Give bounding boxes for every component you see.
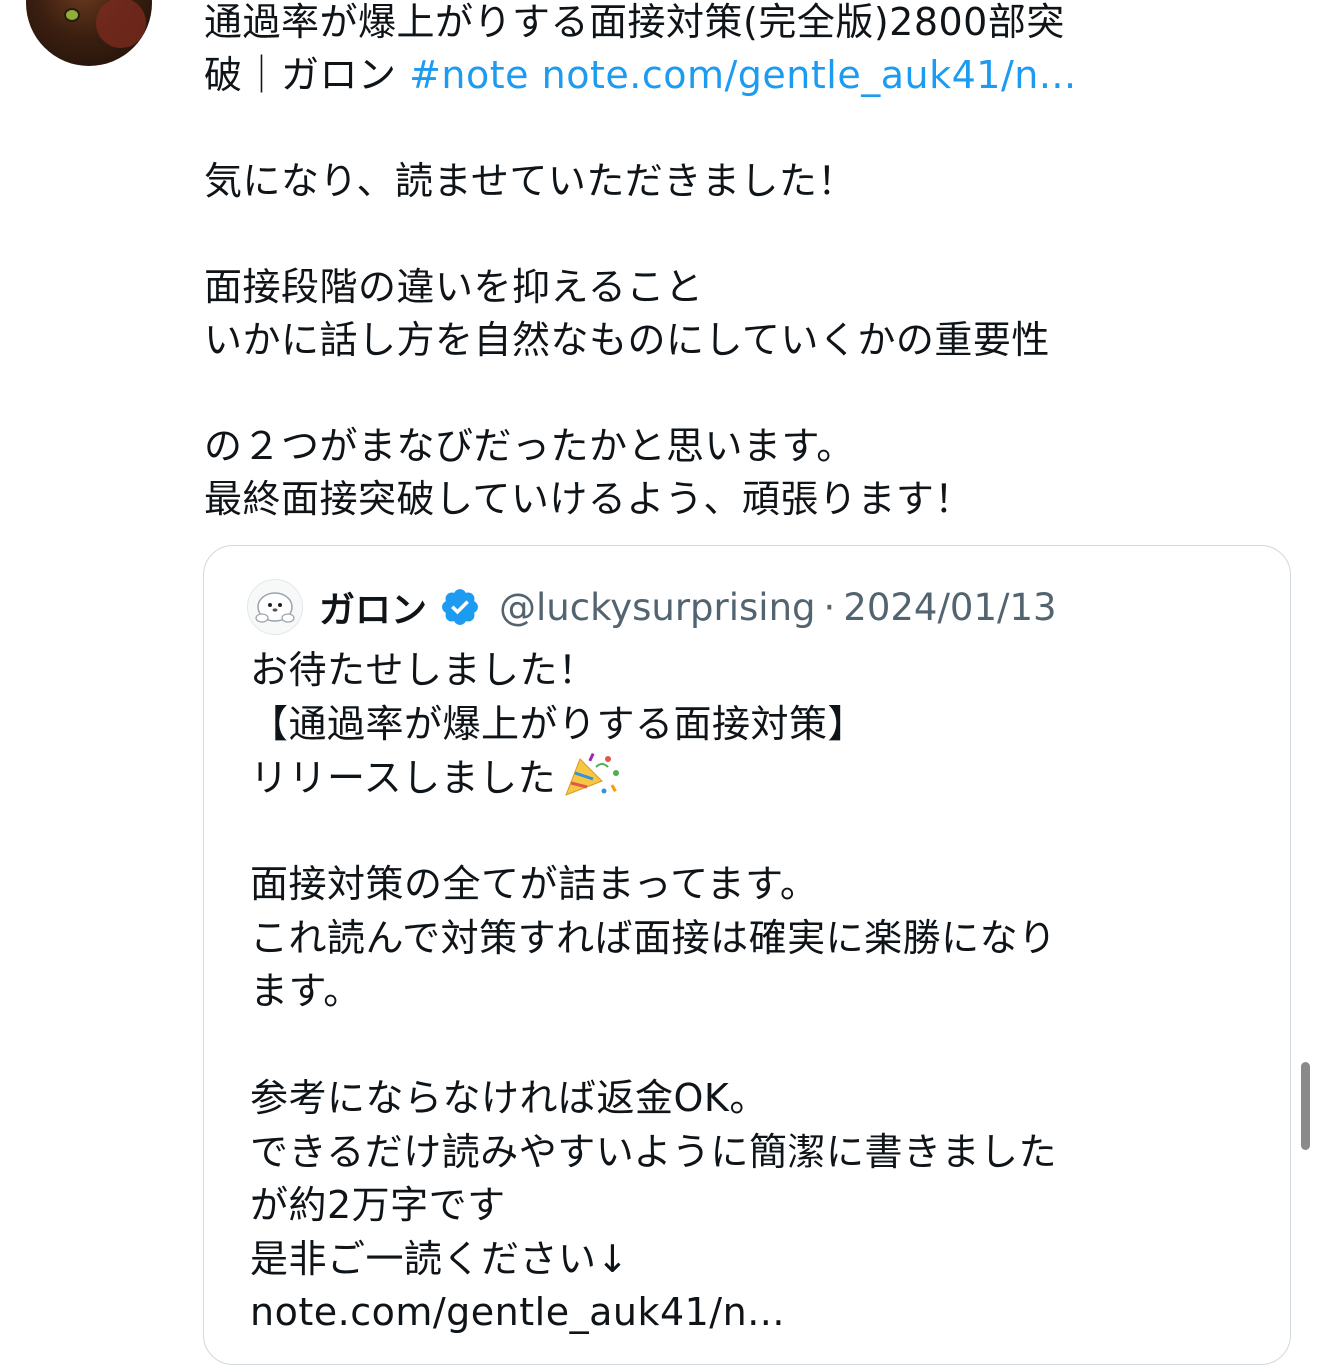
verified-badge-icon bbox=[442, 589, 478, 625]
tweet-paragraph-1: 気になり、読ませていただきました！ bbox=[204, 159, 856, 203]
tweet-paragraph-3-line-1: の２つがまなびだったかと思います。 bbox=[204, 424, 855, 468]
quoted-author-name[interactable]: ガロン bbox=[319, 581, 427, 633]
quote-block3-line-1: 参考にならなければ返金OK。 bbox=[250, 1076, 768, 1120]
quote-block2-line-1: 面接対策の全てが詰まってます。 bbox=[250, 862, 819, 906]
tweet-paragraph-2-line-1: 面接段階の違いを抑えること bbox=[204, 265, 704, 309]
quote-spacer bbox=[250, 805, 1270, 859]
header-separator: · bbox=[823, 585, 836, 629]
tweet-line-1: 通過率が爆上がりする面接対策(完全版)2800部突 bbox=[204, 0, 1065, 44]
quote-release-text: リリースしました bbox=[250, 756, 557, 800]
quote-line-1: お待たせしました！ bbox=[250, 648, 597, 692]
quote-note-link[interactable]: note.com/gentle_auk41/n... bbox=[250, 1286, 1270, 1340]
party-popper-icon bbox=[565, 752, 620, 796]
tweet-paragraph-3-line-2: 最終面接突破していけるよう、頑張ります！ bbox=[204, 477, 973, 521]
quote-spacer bbox=[250, 1019, 1270, 1073]
tweet-spacer bbox=[204, 208, 1294, 261]
avatar-image-detail bbox=[96, 0, 146, 48]
tweet-line-2: 破｜ガロン #note note.com/gentle_auk41/n... bbox=[204, 49, 1294, 102]
author-avatar[interactable] bbox=[26, 0, 152, 66]
quote-block3-line-3: が約2万字です bbox=[250, 1183, 506, 1227]
quoted-author-avatar[interactable] bbox=[247, 579, 303, 635]
quote-block3-line-4: 是非ご一読ください↓ bbox=[250, 1236, 629, 1281]
note-link[interactable]: note.com/gentle_auk41/n... bbox=[542, 53, 1077, 97]
scrollbar-thumb[interactable] bbox=[1301, 1062, 1310, 1150]
tweet-paragraph-2-line-2: いかに話し方を自然なものにしていくかの重要性 bbox=[204, 318, 1050, 362]
quote-block3-line-2: できるだけ読みやすいように簡潔に書きました bbox=[250, 1129, 1057, 1174]
tweet-text: 通過率が爆上がりする面接対策(完全版)2800部突 破｜ガロン #note no… bbox=[204, 0, 1294, 526]
quoted-author-handle[interactable]: @luckysurprising bbox=[499, 586, 816, 629]
hashtag-link[interactable]: #note bbox=[409, 53, 529, 97]
seal-mascot-icon bbox=[255, 592, 295, 623]
quote-block2-line-2: これ読んで対策すれば面接は確実に楽勝になり bbox=[250, 915, 1057, 960]
tweet-spacer bbox=[204, 102, 1294, 155]
quoted-tweet-body: お待たせしました！ 【通過率が爆上がりする面接対策】 リリースしました 面接対策… bbox=[250, 644, 1270, 1340]
quote-line-3: リリースしました bbox=[250, 751, 1270, 805]
quoted-tweet-date[interactable]: 2024/01/13 bbox=[843, 586, 1056, 629]
tweet-spacer bbox=[204, 367, 1294, 420]
avatar-image-eye bbox=[66, 10, 78, 20]
quote-block2-line-3: ます。 bbox=[250, 969, 362, 1013]
tweet-title-end: 破｜ガロン bbox=[204, 53, 410, 97]
quote-line-2: 【通過率が爆上がりする面接対策】 bbox=[250, 701, 867, 746]
quoted-tweet-card[interactable]: ガロン @luckysurprising · 2024/01/13 お待たせしま… bbox=[203, 545, 1291, 1365]
quoted-tweet-header: ガロン @luckysurprising · 2024/01/13 bbox=[247, 579, 1057, 635]
